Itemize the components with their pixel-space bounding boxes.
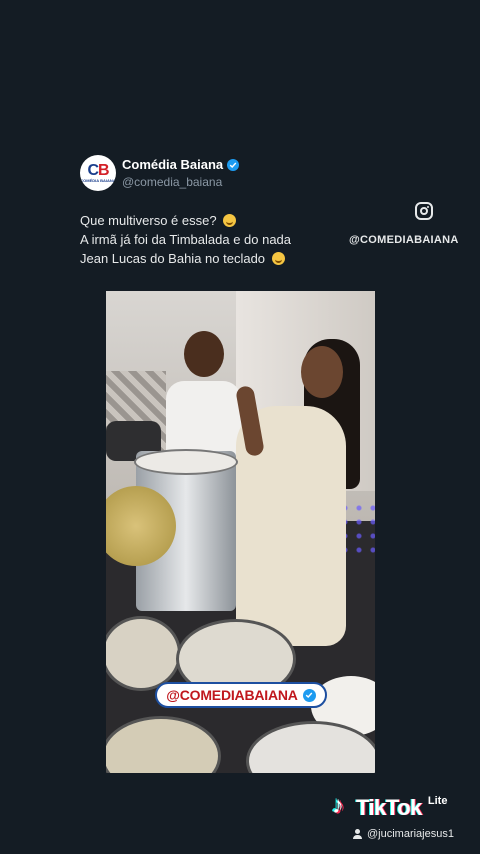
grinning-sweat-emoji-icon [223,214,237,227]
tweet-line-3: Jean Lucas do Bahia no teclado [80,249,291,268]
tweet-text: Que multiverso é esse? A irmã já foi da … [80,211,291,268]
watermark-text: @COMEDIABAIANA [166,687,298,703]
instagram-icon[interactable] [415,202,433,220]
tiktok-brand: TikTok [356,795,422,820]
grinning-sweat-emoji-icon [271,252,285,265]
tweet-line-1: Que multiverso é esse? [80,211,291,230]
video-timbau-head [134,449,238,475]
profile-avatar[interactable]: CB COMÉDIA BAIANA [80,155,116,191]
tiktok-user: @jucimariajesus1 [353,828,454,840]
instagram-handle[interactable]: @COMEDIABAIANA [349,234,459,246]
tiktok-logo-icon: ♪ [332,792,344,819]
tiktok-tier: Lite [427,795,448,807]
avatar-logo: CB [87,162,109,179]
video-watermark-badge: @COMEDIABAIANA [155,682,327,708]
profile-name-row[interactable]: Comédia Baiana [122,157,240,172]
profile-handle[interactable]: @comedia_baiana [122,175,222,189]
tiktok-username: @jucimariajesus1 [367,828,454,840]
profile-name[interactable]: Comédia Baiana [122,157,223,172]
tiktok-watermark: ♪ TikTok Lite [330,792,448,821]
verified-icon [227,158,240,171]
video-boy-head [184,331,224,377]
user-icon [353,829,362,839]
tweet-line-2: A irmã já foi da Timbalada e do nada [80,232,292,247]
avatar-caption: COMÉDIA BAIANA [80,178,116,183]
video-woman-head [301,346,343,398]
verified-icon [302,688,316,702]
